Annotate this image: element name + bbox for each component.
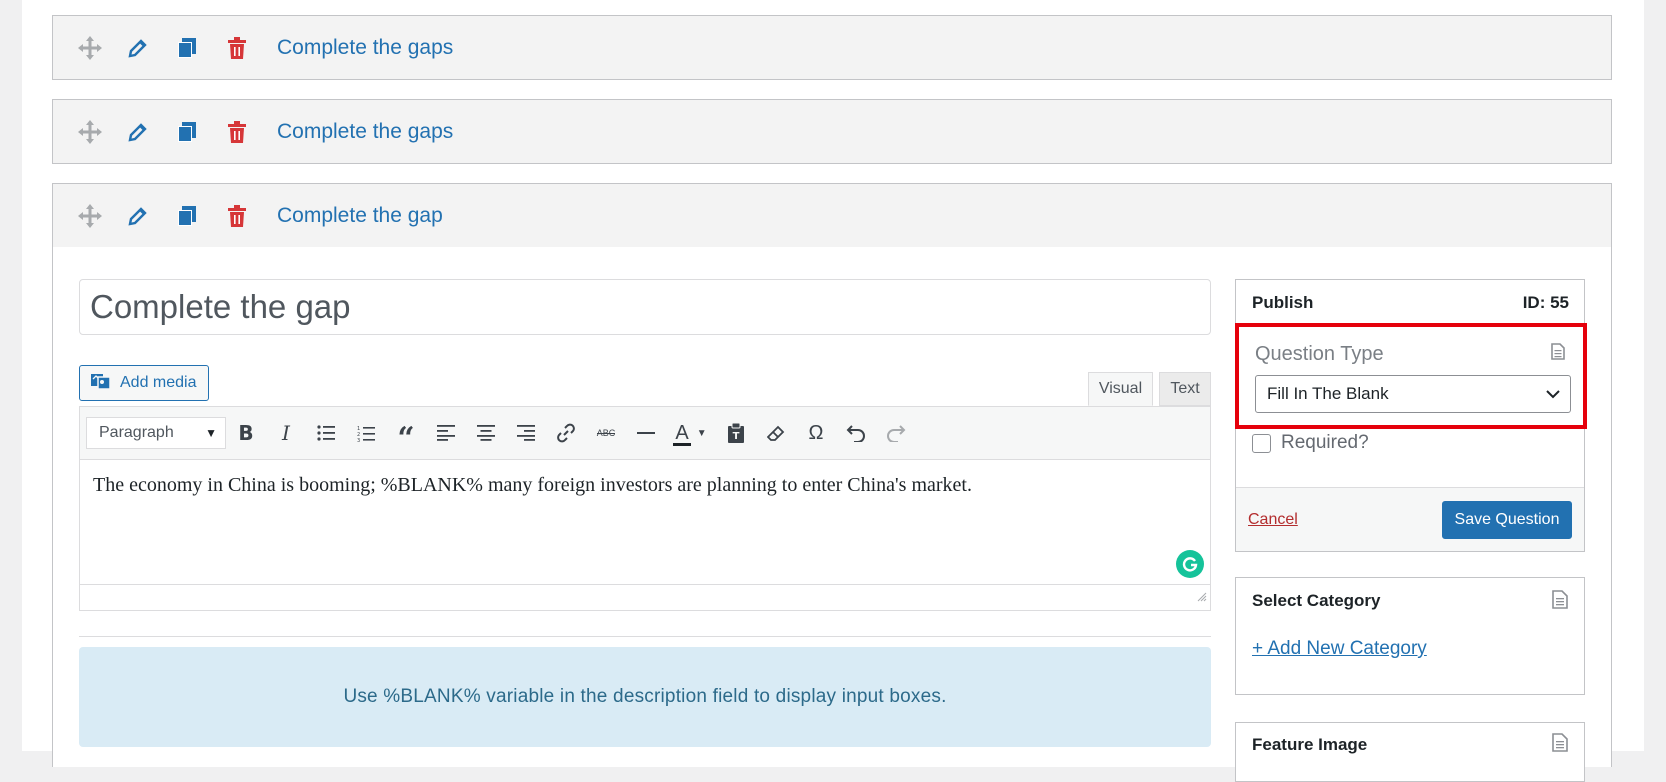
- question-title-input[interactable]: Complete the gap: [79, 279, 1211, 335]
- add-new-category-link[interactable]: + Add New Category: [1252, 638, 1427, 660]
- question-title[interactable]: Complete the gap: [277, 204, 443, 228]
- editor-toolbar: Paragraph ▼ B I 123 “ ABC A ▼ T Ω: [80, 407, 1210, 460]
- clear-formatting-icon[interactable]: [756, 415, 796, 451]
- category-panel: Select Category + Add New Category: [1235, 577, 1585, 695]
- strikethrough-icon[interactable]: ABC: [586, 415, 626, 451]
- tab-visual[interactable]: Visual: [1088, 372, 1153, 406]
- pencil-icon[interactable]: [127, 117, 177, 147]
- horizontal-line-icon[interactable]: [626, 415, 666, 451]
- editor-content[interactable]: The economy in China is booming; %BLANK%…: [80, 460, 1210, 511]
- redo-icon[interactable]: [876, 415, 916, 451]
- info-notice: Use %BLANK% variable in the description …: [79, 647, 1211, 747]
- tab-text[interactable]: Text: [1159, 372, 1211, 406]
- chevron-down-icon: [1546, 384, 1560, 404]
- add-media-button[interactable]: Add media: [79, 365, 209, 401]
- italic-icon[interactable]: I: [266, 415, 306, 451]
- grammarly-icon[interactable]: [1176, 550, 1204, 578]
- pencil-icon[interactable]: [127, 33, 177, 63]
- svg-text:3: 3: [357, 438, 360, 442]
- question-title[interactable]: Complete the gaps: [277, 36, 453, 60]
- cancel-link[interactable]: Cancel: [1248, 511, 1298, 529]
- move-arrows-icon[interactable]: [77, 201, 127, 231]
- paste-text-icon[interactable]: T: [716, 415, 756, 451]
- align-left-icon[interactable]: [426, 415, 466, 451]
- blockquote-icon[interactable]: “: [386, 415, 426, 456]
- question-title[interactable]: Complete the gaps: [277, 120, 453, 144]
- trash-icon[interactable]: [227, 117, 277, 147]
- bullet-list-icon[interactable]: [306, 415, 346, 451]
- question-type-value: Fill In The Blank: [1267, 384, 1389, 403]
- bold-icon[interactable]: B: [226, 415, 266, 451]
- category-title: Select Category: [1252, 591, 1381, 610]
- duplicate-icon[interactable]: [177, 33, 227, 63]
- link-icon[interactable]: [546, 415, 586, 451]
- question-row: Complete the gaps: [52, 15, 1612, 80]
- resize-handle-icon[interactable]: [1197, 589, 1207, 607]
- special-character-icon[interactable]: Ω: [796, 415, 836, 451]
- publish-title: Publish: [1252, 293, 1314, 312]
- text-color-icon[interactable]: A ▼: [666, 415, 716, 451]
- document-icon: [1552, 733, 1568, 757]
- editor-statusbar: [80, 584, 1210, 610]
- question-type-label: Question Type: [1255, 343, 1384, 365]
- move-arrows-icon[interactable]: [77, 117, 127, 147]
- feature-image-title: Feature Image: [1252, 735, 1368, 754]
- divider: [79, 636, 1211, 637]
- publish-footer: Cancel Save Question: [1236, 487, 1584, 551]
- duplicate-icon[interactable]: [177, 201, 227, 231]
- question-id: ID: 55: [1522, 293, 1569, 312]
- format-select[interactable]: Paragraph ▼: [86, 417, 226, 449]
- question-type-section: Question Type Fill In The Blank: [1235, 323, 1587, 429]
- align-center-icon[interactable]: [466, 415, 506, 451]
- move-arrows-icon[interactable]: [77, 33, 127, 63]
- publish-header: Publish ID: 55: [1236, 280, 1584, 326]
- feature-image-panel: Feature Image: [1235, 722, 1585, 782]
- add-media-label: Add media: [120, 374, 197, 391]
- format-select-value: Paragraph: [99, 424, 174, 441]
- required-option[interactable]: Required?: [1252, 432, 1369, 454]
- svg-text:T: T: [733, 431, 740, 442]
- duplicate-icon[interactable]: [177, 117, 227, 147]
- trash-icon[interactable]: [227, 201, 277, 231]
- numbered-list-icon[interactable]: 123: [346, 415, 386, 451]
- document-icon: [1552, 590, 1568, 614]
- question-row: Complete the gaps: [52, 99, 1612, 164]
- question-row-expanded: Complete the gap: [52, 183, 1612, 248]
- save-question-button[interactable]: Save Question: [1442, 500, 1572, 539]
- required-checkbox[interactable]: [1252, 433, 1271, 453]
- caret-down-icon: ▼: [205, 426, 217, 440]
- media-icon: [90, 371, 112, 396]
- rich-text-editor: Paragraph ▼ B I 123 “ ABC A ▼ T Ω The ec…: [79, 406, 1211, 611]
- pencil-icon[interactable]: [127, 201, 177, 231]
- document-icon: [1551, 343, 1565, 365]
- question-type-select[interactable]: Fill In The Blank: [1255, 375, 1571, 413]
- required-label: Required?: [1281, 432, 1369, 453]
- align-right-icon[interactable]: [506, 415, 546, 451]
- undo-icon[interactable]: [836, 415, 876, 451]
- trash-icon[interactable]: [227, 33, 277, 63]
